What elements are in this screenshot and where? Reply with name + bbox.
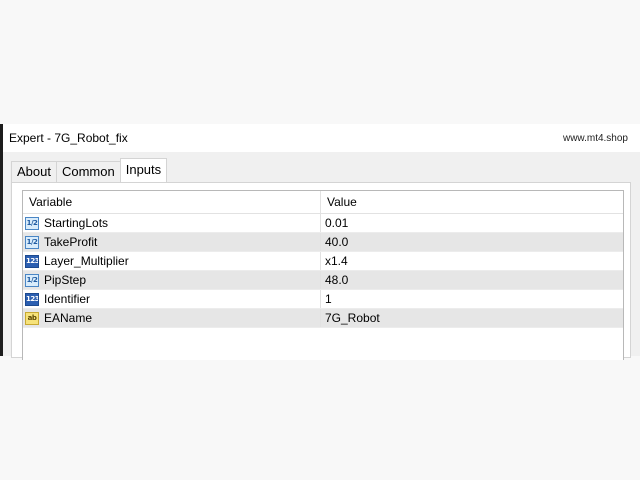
double-type-icon: 1/2: [25, 235, 39, 249]
variable-cell: ab EAName: [23, 309, 321, 327]
column-header-value[interactable]: Value: [321, 191, 623, 213]
table-row[interactable]: 123 Layer_Multiplier x1.4: [23, 252, 623, 271]
variable-cell: 123 Identifier: [23, 290, 321, 308]
variable-name: Identifier: [44, 292, 91, 306]
column-header-variable[interactable]: Variable: [23, 191, 321, 213]
inputs-grid: Variable Value 1/2 StartingLots 0.01 1/2…: [22, 190, 624, 360]
tab-strip: About Common Inputs: [11, 158, 168, 182]
table-row[interactable]: 123 Identifier 1: [23, 290, 623, 309]
table-row[interactable]: 1/2 TakeProfit 40.0: [23, 233, 623, 252]
variable-cell: 1/2 TakeProfit: [23, 233, 321, 251]
double-type-icon: 1/2: [25, 273, 39, 287]
tab-common[interactable]: Common: [55, 161, 121, 182]
value-cell[interactable]: x1.4: [321, 252, 623, 270]
value-cell[interactable]: 0.01: [321, 214, 623, 232]
grid-header: Variable Value: [23, 191, 623, 214]
integer-type-icon: 123: [25, 254, 39, 268]
variable-name: Layer_Multiplier: [44, 254, 129, 268]
integer-type-icon: 123: [25, 292, 39, 306]
inputs-panel: Variable Value 1/2 StartingLots 0.01 1/2…: [11, 182, 631, 360]
variable-cell: 1/2 PipStep: [23, 271, 321, 289]
title-bar: Expert - 7G_Robot_fix www.mt4.shop: [3, 124, 640, 152]
variable-name: EAName: [44, 311, 93, 325]
expert-properties-dialog: Expert - 7G_Robot_fix www.mt4.shop About…: [0, 124, 640, 360]
string-type-icon: ab: [25, 311, 39, 325]
tab-about[interactable]: About: [11, 161, 57, 182]
value-cell[interactable]: 40.0: [321, 233, 623, 251]
tab-inputs[interactable]: Inputs: [119, 158, 168, 182]
value-cell[interactable]: 48.0: [321, 271, 623, 289]
table-row[interactable]: ab EAName 7G_Robot: [23, 309, 623, 328]
variable-name: PipStep: [44, 273, 87, 287]
screenshot-page: Expert - 7G_Robot_fix www.mt4.shop About…: [0, 0, 640, 480]
value-cell[interactable]: 1: [321, 290, 623, 308]
variable-cell: 123 Layer_Multiplier: [23, 252, 321, 270]
variable-name: TakeProfit: [44, 235, 98, 249]
window-title: Expert - 7G_Robot_fix: [9, 131, 128, 145]
double-type-icon: 1/2: [25, 216, 39, 230]
variable-cell: 1/2 StartingLots: [23, 214, 321, 232]
variable-name: StartingLots: [44, 216, 109, 230]
table-row[interactable]: 1/2 StartingLots 0.01: [23, 214, 623, 233]
value-cell[interactable]: 7G_Robot: [321, 309, 623, 327]
table-row[interactable]: 1/2 PipStep 48.0: [23, 271, 623, 290]
watermark-text: www.mt4.shop: [562, 133, 628, 144]
